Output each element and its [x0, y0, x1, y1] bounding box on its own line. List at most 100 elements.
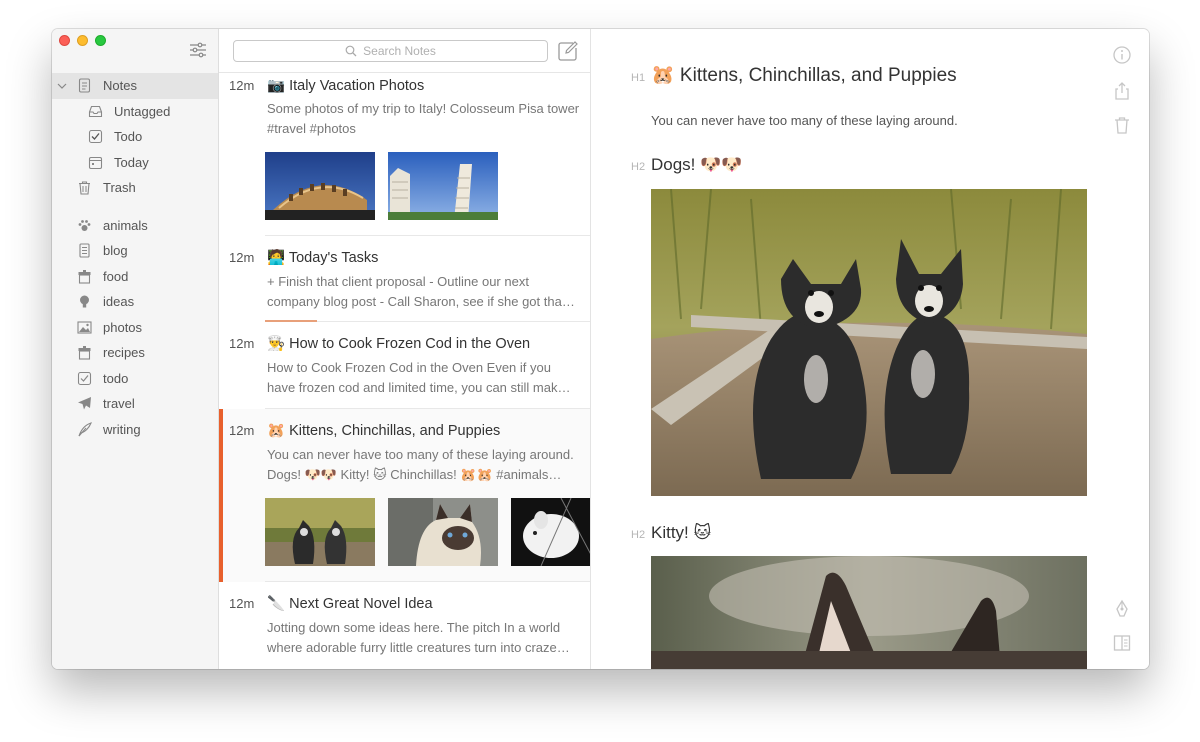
- sidebar-tag-label: blog: [103, 243, 128, 259]
- note-preview: Jotting down some ideas here. The pitch …: [267, 620, 570, 655]
- sidebar-item-today[interactable]: Today: [52, 150, 218, 176]
- note-subheading[interactable]: Dogs! 🐶🐶: [651, 155, 742, 175]
- sidebar: Notes Untagged Todo Today Trash animals …: [52, 29, 219, 669]
- image-icon: [77, 321, 92, 334]
- heading-level-marker: H2: [631, 529, 646, 541]
- note-time: 12m: [229, 423, 255, 438]
- sidebar-tag-label: photos: [103, 319, 143, 335]
- sidebar-tag-recipes[interactable]: recipes: [52, 340, 218, 366]
- dogs-image[interactable]: [651, 189, 1087, 496]
- list-item[interactable]: 12m 🔪 Next Great Novel Idea Jotting down…: [219, 582, 590, 668]
- maximize-window-button[interactable]: [95, 35, 106, 46]
- note-title-text: Today's Tasks: [288, 250, 379, 266]
- search-icon: [345, 45, 357, 57]
- compose-icon[interactable]: [557, 40, 579, 62]
- share-icon[interactable]: [1112, 81, 1132, 101]
- note-heading[interactable]: 🐹 Kittens, Chinchillas, and Puppies: [651, 63, 957, 87]
- chevron-down-icon[interactable]: [57, 81, 67, 91]
- editor-pane[interactable]: H1 🐹 Kittens, Chinchillas, and Puppies Y…: [591, 29, 1149, 669]
- list-item[interactable]: 12m 📷 Italy Vacation Photos Some photos …: [219, 72, 590, 236]
- sidebar-nav: Notes Untagged Todo Today Trash animals …: [52, 73, 218, 442]
- sidebar-toggle-icon[interactable]: [1112, 633, 1132, 653]
- trash-icon[interactable]: [1112, 115, 1132, 135]
- colosseum-thumbnail[interactable]: [265, 152, 375, 220]
- sidebar-tag-label: animals: [103, 217, 148, 233]
- note-preview: Some photos of my trip to Italy! Colosse…: [267, 101, 580, 136]
- note-time: 12m: [229, 78, 255, 93]
- chinchilla-thumbnail[interactable]: [511, 498, 591, 566]
- paw-icon: [78, 219, 91, 231]
- pisa-tower-thumbnail[interactable]: [388, 152, 498, 220]
- note-list-pane: Search Notes 12m 📷 Italy Vacation Photos…: [219, 29, 591, 669]
- minimize-window-button[interactable]: [77, 35, 88, 46]
- sidebar-tag-animals[interactable]: animals: [52, 213, 218, 239]
- box-icon: [78, 346, 91, 360]
- sidebar-item-untagged[interactable]: Untagged: [52, 99, 218, 125]
- list-item[interactable]: 12m 🧑‍💻 Today's Tasks + Finish that clie…: [219, 236, 590, 322]
- notes-list: 12m 📷 Italy Vacation Photos Some photos …: [219, 72, 591, 668]
- sidebar-tag-label: todo: [103, 370, 129, 386]
- note-subheading[interactable]: Kitty! 🐱: [651, 523, 711, 543]
- window-controls: [59, 35, 106, 46]
- sidebar-item-todo[interactable]: Todo: [52, 124, 218, 150]
- note-title: 📷 Italy Vacation Photos: [267, 77, 424, 94]
- notes-icon: [78, 78, 91, 93]
- checkbox-icon: [88, 130, 103, 144]
- note-title: 🧑‍💻 Today's Tasks: [267, 249, 378, 266]
- calendar-icon: [88, 156, 103, 169]
- kitty-image[interactable]: [651, 556, 1087, 669]
- note-preview: You can never have too many of these lay…: [267, 447, 574, 482]
- sidebar-tag-photos[interactable]: photos: [52, 315, 218, 341]
- list-item-selected[interactable]: 12m 🐹 Kittens, Chinchillas, and Puppies …: [219, 409, 591, 582]
- note-time: 12m: [229, 336, 255, 351]
- search-input[interactable]: Search Notes: [233, 40, 548, 62]
- heading-level-marker: H1: [631, 72, 646, 84]
- note-emoji: 📷: [267, 78, 286, 94]
- lightbulb-icon: [80, 295, 89, 308]
- sidebar-tag-label: writing: [103, 421, 141, 437]
- dogs-thumbnail[interactable]: [265, 498, 375, 566]
- sidebar-tag-ideas[interactable]: ideas: [52, 289, 218, 315]
- sidebar-item-label: Notes: [103, 78, 137, 94]
- sidebar-tag-todo[interactable]: todo: [52, 366, 218, 392]
- note-time: 12m: [229, 250, 255, 265]
- note-title: 👨‍🍳 How to Cook Frozen Cod in the Oven: [267, 335, 530, 352]
- info-icon[interactable]: [1112, 45, 1132, 65]
- note-preview: How to Cook Frozen Cod in the Oven Even …: [267, 360, 571, 395]
- note-title-text: Kittens, Chinchillas, and Puppies: [289, 423, 501, 439]
- sidebar-tag-label: recipes: [103, 345, 145, 361]
- note-paragraph[interactable]: You can never have too many of these lay…: [651, 113, 958, 128]
- close-window-button[interactable]: [59, 35, 70, 46]
- sidebar-item-label: Todo: [114, 129, 143, 145]
- note-title-text: Italy Vacation Photos: [289, 78, 425, 94]
- pen-nib-icon[interactable]: [1112, 599, 1132, 619]
- search-placeholder: Search Notes: [363, 44, 436, 58]
- sidebar-tag-travel[interactable]: travel: [52, 391, 218, 417]
- note-emoji: 🧑‍💻: [267, 250, 286, 266]
- sidebar-tag-label: travel: [103, 396, 135, 412]
- kitten-thumbnail[interactable]: [388, 498, 498, 566]
- box-icon: [78, 269, 91, 284]
- note-title-text: Next Great Novel Idea: [289, 596, 433, 612]
- sidebar-item-trash[interactable]: Trash: [52, 175, 218, 201]
- sidebar-tag-blog[interactable]: blog: [52, 238, 218, 264]
- sidebar-item-label: Untagged: [114, 103, 171, 119]
- list-item[interactable]: 12m 👨‍🍳 How to Cook Frozen Cod in the Ov…: [219, 322, 590, 409]
- note-thumbnails: [265, 152, 498, 220]
- note-title-text: How to Cook Frozen Cod in the Oven: [289, 336, 531, 352]
- selection-indicator: [219, 409, 223, 582]
- note-title: 🔪 Next Great Novel Idea: [267, 595, 433, 612]
- sliders-icon[interactable]: [189, 41, 207, 59]
- airplane-icon: [78, 397, 91, 410]
- sidebar-tag-food[interactable]: food: [52, 264, 218, 290]
- feather-icon: [78, 421, 92, 437]
- sidebar-tag-writing[interactable]: writing: [52, 417, 218, 443]
- document-icon: [79, 243, 90, 258]
- note-emoji: 👨‍🍳: [267, 336, 286, 352]
- sidebar-item-label: Trash: [103, 180, 136, 196]
- heading-level-marker: H2: [631, 161, 646, 173]
- sidebar-tag-label: ideas: [103, 294, 135, 310]
- sidebar-item-notes[interactable]: Notes: [52, 73, 218, 99]
- app-window: Notes Untagged Todo Today Trash animals …: [52, 29, 1149, 669]
